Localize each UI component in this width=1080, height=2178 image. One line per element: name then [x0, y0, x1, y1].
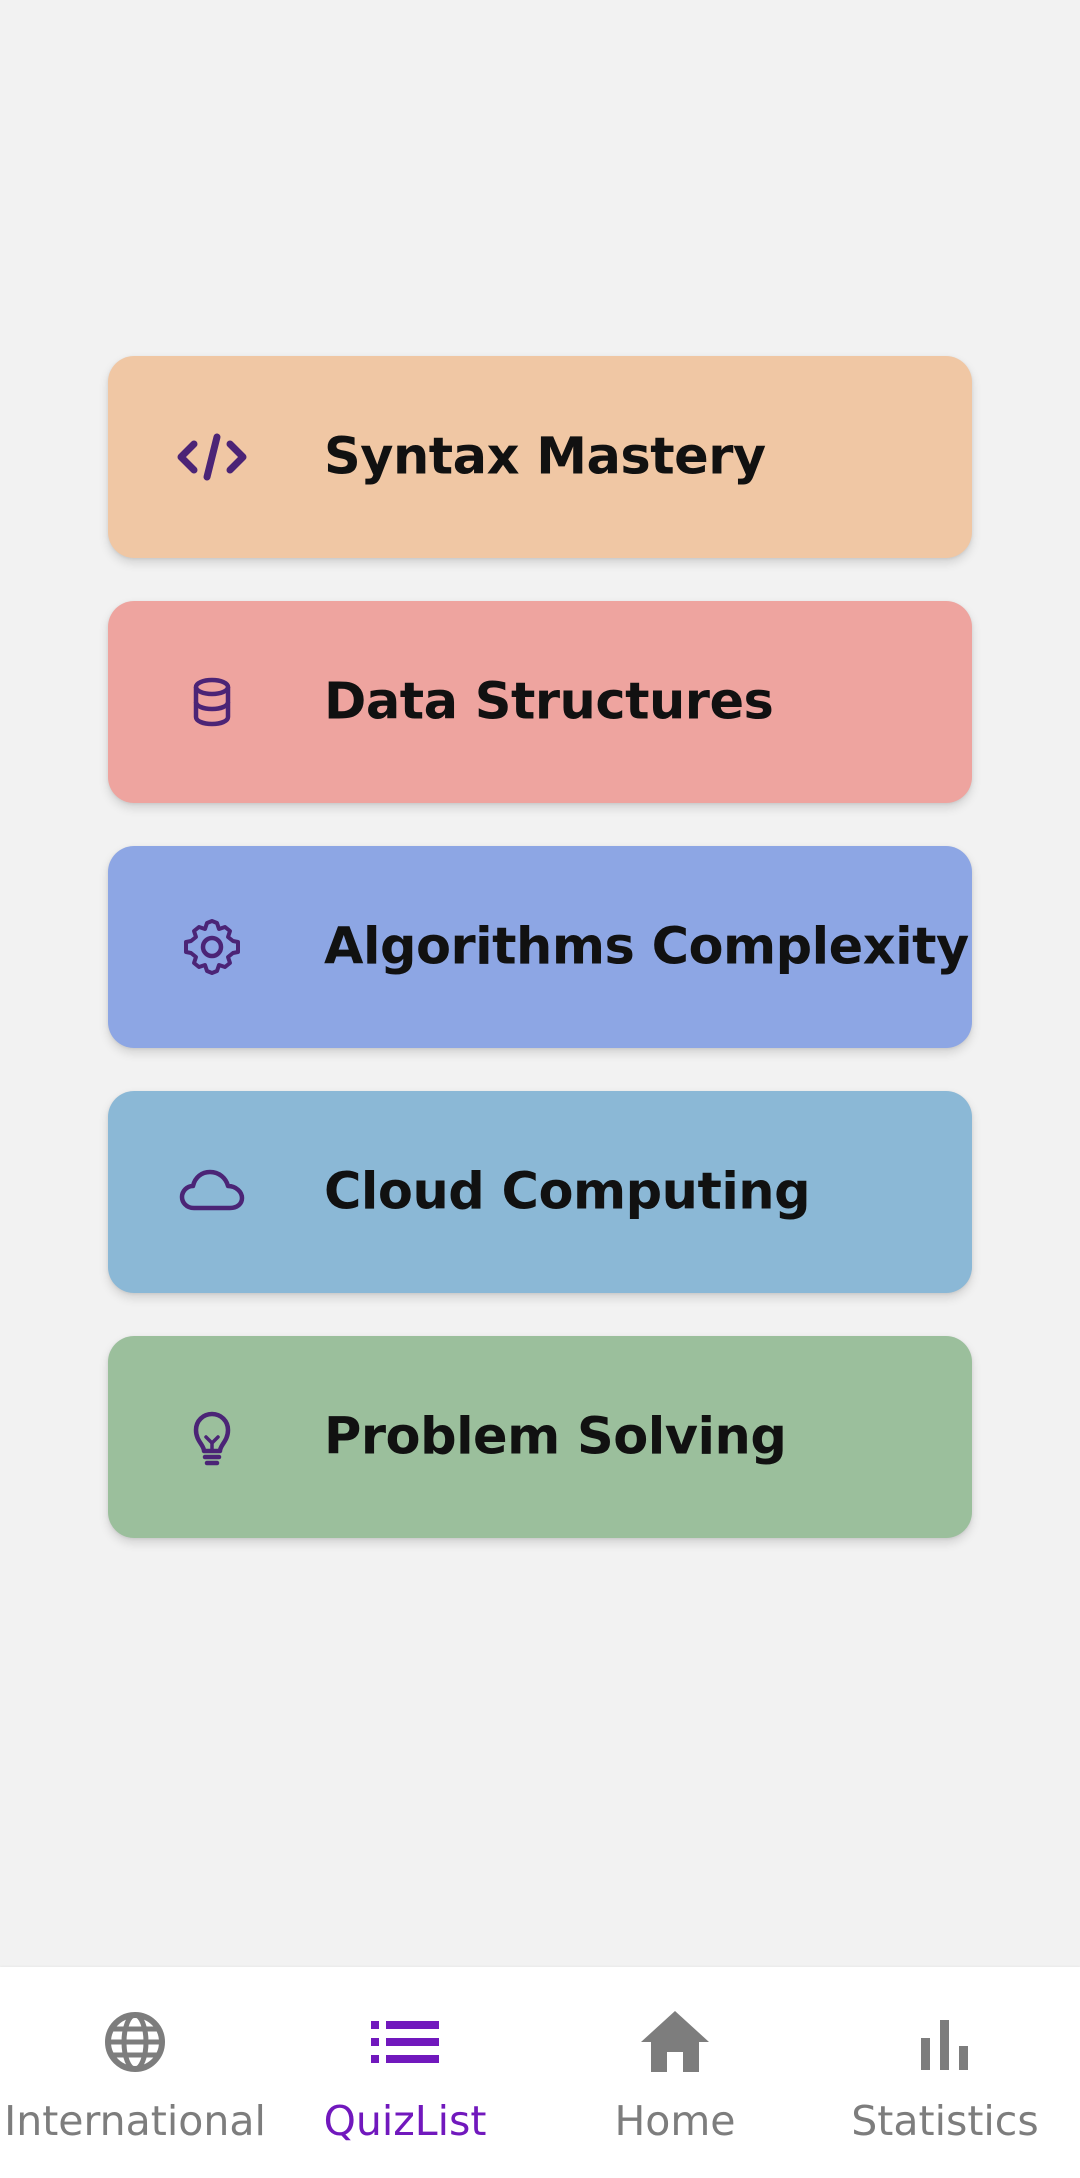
cloud-icon — [172, 1152, 252, 1232]
nav-label-international: International — [4, 2097, 266, 2145]
quiz-card-algorithms-complexity[interactable]: Algorithms Complexity — [108, 846, 972, 1048]
nav-item-international[interactable]: International — [0, 1967, 270, 2178]
gear-icon — [172, 907, 252, 987]
nav-item-quizlist[interactable]: QuizList — [270, 1967, 540, 2178]
nav-label-home: Home — [614, 2097, 736, 2145]
quiz-card-cloud-computing[interactable]: Cloud Computing — [108, 1091, 972, 1293]
quiz-card-syntax-mastery[interactable]: Syntax Mastery — [108, 356, 972, 558]
database-icon — [172, 662, 252, 742]
nav-label-statistics: Statistics — [851, 2097, 1039, 2145]
home-icon — [637, 2004, 713, 2080]
code-icon — [172, 417, 252, 497]
lightbulb-icon — [172, 1397, 252, 1477]
quiz-card-label: Syntax Mastery — [324, 427, 766, 487]
quiz-card-label: Data Structures — [324, 672, 774, 732]
quiz-card-label: Cloud Computing — [324, 1162, 811, 1222]
quiz-card-problem-solving[interactable]: Problem Solving — [108, 1336, 972, 1538]
quiz-card-label: Algorithms Complexity — [324, 917, 969, 977]
nav-item-statistics[interactable]: Statistics — [810, 1967, 1080, 2178]
nav-item-home[interactable]: Home — [540, 1967, 810, 2178]
nav-label-quizlist: QuizList — [323, 2097, 487, 2145]
bottom-navigation: International QuizList Home Statistics — [0, 1967, 1080, 2178]
list-icon — [367, 2004, 443, 2080]
quiz-card-data-structures[interactable]: Data Structures — [108, 601, 972, 803]
bar-chart-icon — [907, 2004, 983, 2080]
quiz-card-label: Problem Solving — [324, 1407, 787, 1467]
quiz-list: Syntax Mastery Data Structures Algorithm… — [108, 356, 972, 1581]
globe-icon — [97, 2004, 173, 2080]
